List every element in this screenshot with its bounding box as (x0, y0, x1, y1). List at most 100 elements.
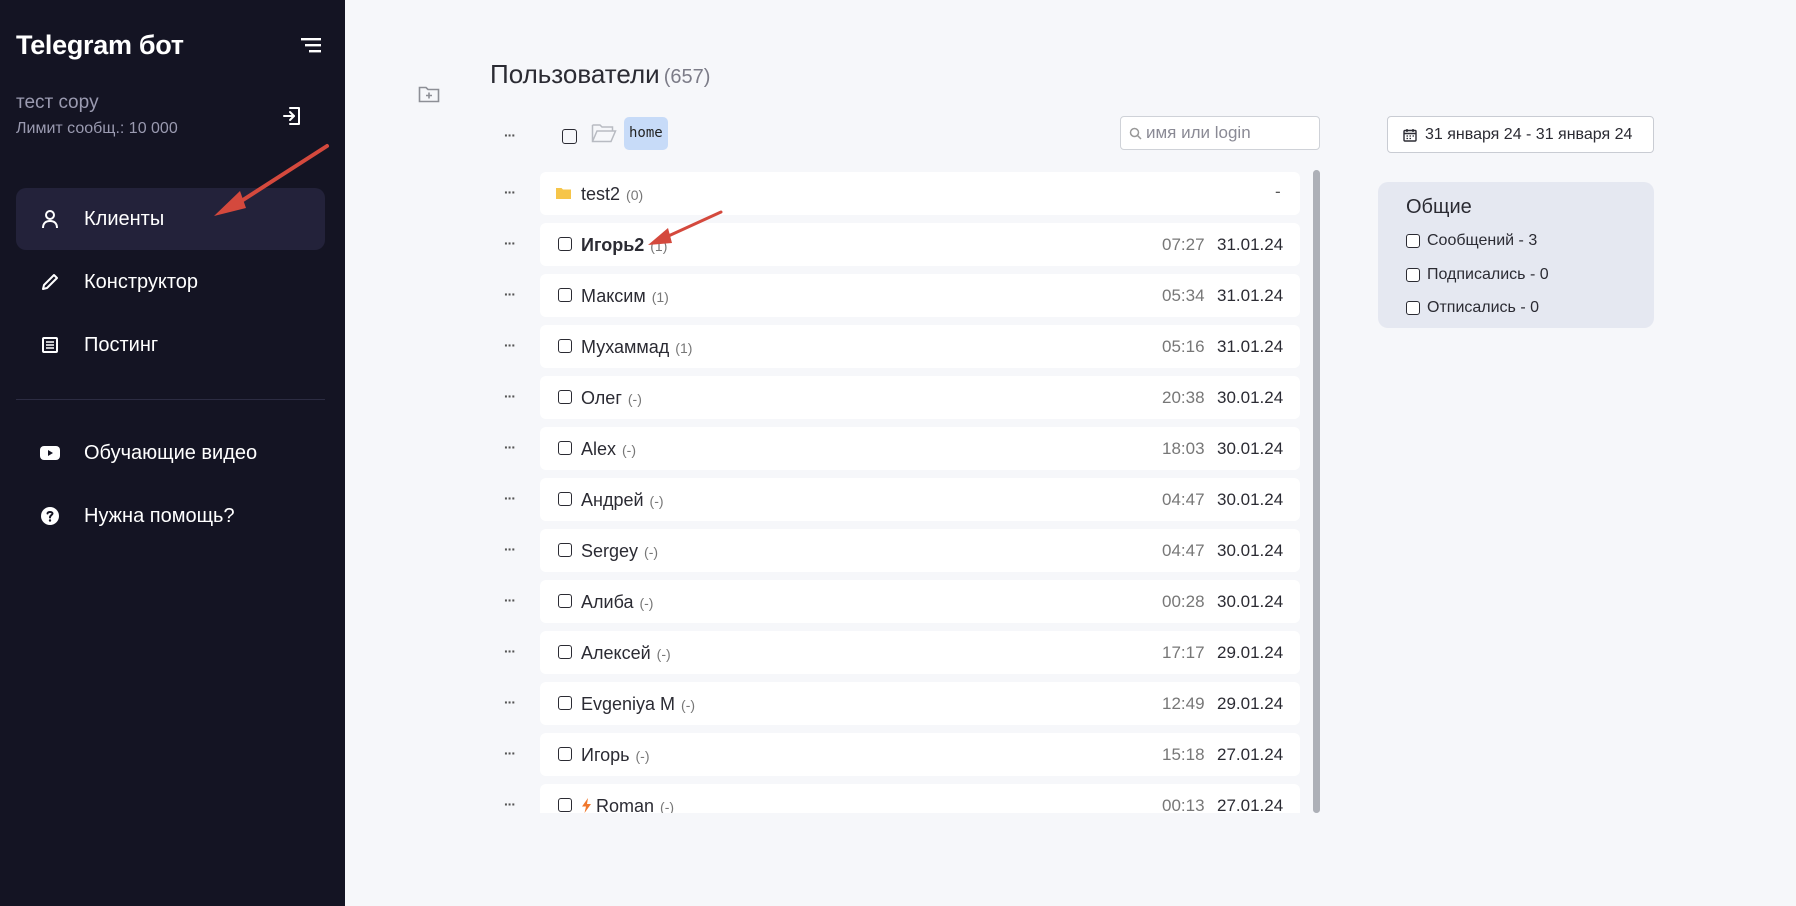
folder-date: - (1275, 182, 1281, 201)
date-range-button[interactable]: 31 января 24 - 31 января 24 (1387, 116, 1654, 153)
users-count: (657) (663, 66, 711, 88)
user-row[interactable]: Alex (-) 18:03 30.01.24 (540, 427, 1300, 470)
sidebar: Telegram бот тест copy Лимит сообщ.: 10 … (0, 0, 345, 906)
last-seen-date: 30.01.24 (1217, 541, 1284, 560)
stats-unsubscribed[interactable]: Отписались - 0 (1406, 299, 1539, 317)
scrollbar-thumb[interactable] (1313, 170, 1320, 813)
row-options-icon[interactable]: ··· (504, 236, 516, 250)
row-options-icon[interactable]: ··· (504, 338, 516, 352)
search-icon (1129, 127, 1142, 140)
last-seen-date: 31.01.24 (1217, 286, 1284, 305)
row-checkbox[interactable] (558, 594, 572, 608)
sidebar-item-help[interactable]: Нужна помощь? (16, 485, 325, 547)
user-row[interactable]: Мухаммад (1) 05:16 31.01.24 (540, 325, 1300, 368)
search-input[interactable] (1146, 117, 1316, 149)
last-seen-time: 20:38 (1162, 388, 1205, 407)
sidebar-item-constructor[interactable]: Конструктор (16, 251, 325, 313)
row-options-icon[interactable]: ··· (504, 695, 516, 709)
last-seen-date: 31.01.24 (1217, 337, 1284, 356)
row-options-icon[interactable]: ··· (504, 644, 516, 658)
message-count: (1) (650, 238, 668, 254)
user-row[interactable]: Игорь2 (1) 07:27 31.01.24 (540, 223, 1300, 266)
row-options-icon[interactable]: ··· (504, 593, 516, 607)
last-seen-time: 07:27 (1162, 235, 1205, 254)
message-count: (-) (660, 799, 675, 813)
message-count: (-) (681, 697, 696, 713)
message-count: (1) (675, 340, 693, 356)
user-row[interactable]: Андрей (-) 04:47 30.01.24 (540, 478, 1300, 521)
row-options-icon[interactable]: ··· (504, 746, 516, 760)
row-checkbox[interactable] (558, 237, 572, 251)
row-options-icon[interactable]: ··· (504, 185, 516, 199)
user-name: Мухаммад (1) (581, 337, 693, 357)
message-limit: Лимит сообщ.: 10 000 (16, 120, 178, 137)
last-seen-date: 30.01.24 (1217, 439, 1284, 458)
new-folder-icon[interactable] (418, 84, 440, 104)
row-options-icon[interactable]: ··· (504, 440, 516, 454)
pencil-icon (40, 272, 60, 292)
search-box (1120, 116, 1320, 150)
date-range-label: 31 января 24 - 31 января 24 (1425, 125, 1633, 143)
row-checkbox[interactable] (558, 390, 572, 404)
folder-row[interactable]: test2 (0) - (540, 172, 1300, 215)
last-seen-time: 05:16 (1162, 337, 1205, 356)
row-checkbox[interactable] (558, 339, 572, 353)
last-seen-date: 30.01.24 (1217, 388, 1284, 407)
user-row[interactable]: Олег (-) 20:38 30.01.24 (540, 376, 1300, 419)
user-row[interactable]: Roman (-) 00:13 27.01.24 (540, 784, 1300, 813)
row-checkbox[interactable] (558, 492, 572, 506)
row-checkbox[interactable] (558, 696, 572, 710)
list-scrollbar[interactable] (1313, 170, 1320, 813)
stats-subscribed[interactable]: Подписались - 0 (1406, 266, 1549, 284)
user-row[interactable]: Алиба (-) 00:28 30.01.24 (540, 580, 1300, 623)
user-name: Алексей (-) (581, 643, 671, 663)
user-name: Sergey (-) (581, 541, 659, 561)
sidebar-item-posting[interactable]: Постинг (16, 314, 325, 376)
more-options-icon[interactable]: ··· (504, 128, 516, 142)
row-checkbox[interactable] (558, 645, 572, 659)
row-options-icon[interactable]: ··· (504, 389, 516, 403)
row-checkbox[interactable] (558, 747, 572, 761)
row-options-icon[interactable]: ··· (504, 491, 516, 505)
user-row[interactable]: Sergey (-) 04:47 30.01.24 (540, 529, 1300, 572)
row-options-icon[interactable]: ··· (504, 797, 516, 811)
youtube-icon (40, 443, 60, 463)
row-checkbox[interactable] (558, 288, 572, 302)
message-count: (-) (656, 646, 671, 662)
user-row[interactable]: Максим (1) 05:34 31.01.24 (540, 274, 1300, 317)
row-options-icon[interactable]: ··· (504, 287, 516, 301)
folder-icon (556, 188, 571, 199)
stats-title: Общие (1406, 196, 1472, 218)
user-row[interactable]: Алексей (-) 17:17 29.01.24 (540, 631, 1300, 674)
row-options-icon[interactable]: ··· (504, 542, 516, 556)
stats-checkbox[interactable] (1406, 234, 1420, 248)
message-count: (-) (644, 544, 659, 560)
folder-name: test2 (0) (581, 184, 644, 204)
stats-checkbox[interactable] (1406, 268, 1420, 282)
user-row[interactable]: Evgeniya M (-) 12:49 29.01.24 (540, 682, 1300, 725)
row-checkbox[interactable] (558, 441, 572, 455)
stats-checkbox[interactable] (1406, 301, 1420, 315)
row-checkbox[interactable] (558, 543, 572, 557)
user-name: Alex (-) (581, 439, 637, 459)
app-title: Telegram бот (16, 30, 184, 60)
last-seen-time: 04:47 (1162, 541, 1205, 560)
last-seen-time: 18:03 (1162, 439, 1205, 458)
last-seen-date: 29.01.24 (1217, 694, 1284, 713)
sidebar-item-tutorial-videos[interactable]: Обучающие видео (16, 422, 325, 484)
current-folder-chip[interactable]: home (624, 117, 668, 150)
row-checkbox[interactable] (558, 798, 572, 812)
bolt-icon (582, 798, 591, 813)
user-icon (40, 209, 60, 229)
sidebar-item-clients[interactable]: Клиенты (16, 188, 325, 250)
calendar-icon (1403, 128, 1417, 142)
menu-toggle-icon[interactable] (301, 36, 323, 54)
folder-open-icon[interactable] (591, 122, 617, 144)
user-row[interactable]: Игорь (-) 15:18 27.01.24 (540, 733, 1300, 776)
users-list: test2 (0) - Игорь2 (1) 07:27 31.01.24 Максим(… (540, 170, 1320, 813)
select-all-checkbox[interactable] (562, 129, 577, 144)
logout-icon[interactable] (280, 104, 304, 128)
page-title-text: Пользователи (490, 59, 660, 89)
stats-messages[interactable]: Сообщений - 3 (1406, 232, 1537, 250)
sidebar-item-label: Обучающие видео (84, 441, 258, 464)
